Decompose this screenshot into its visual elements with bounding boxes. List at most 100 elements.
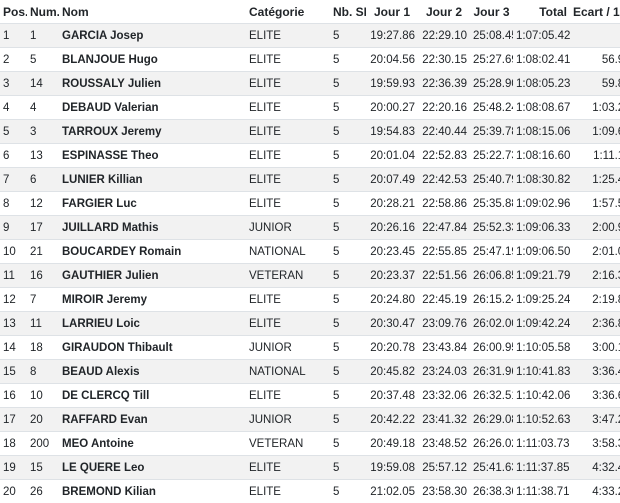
cell-jour3: 26:31.96 [470,360,513,384]
cell-categorie: ELITE [246,48,330,72]
cell-jour3: 26:06.85 [470,264,513,288]
table-row[interactable]: 25BLANJOUE HugoELITE520:04.5622:30.1525:… [0,48,620,72]
cell-categorie: JUNIOR [246,336,330,360]
cell-jour2: 22:20.16 [418,96,470,120]
column-header-ecart[interactable]: Ecart / 1er I [570,0,620,24]
table-row[interactable]: 917JUILLARD MathisJUNIOR520:26.1622:47.8… [0,216,620,240]
cell-nom: RAFFARD Evan [59,408,246,432]
cell-ecart: 3:00.163 [570,336,620,360]
cell-nbsp: 5 [330,72,366,96]
cell-num: 20 [27,408,59,432]
cell-pos: 12 [0,288,27,312]
cell-nbsp: 5 [330,336,366,360]
cell-nom: GAUTHIER Julien [59,264,246,288]
cell-nom: MEO Antoine [59,432,246,456]
column-header-num[interactable]: Num. [27,0,59,24]
table-row[interactable]: 1116GAUTHIER JulienVETERAN520:23.3722:51… [0,264,620,288]
cell-nbsp: 5 [330,168,366,192]
table-row[interactable]: 44DEBAUD ValerianELITE520:00.2722:20.162… [0,96,620,120]
column-header-jour3[interactable]: Jour 3 [470,0,513,24]
column-header-jour2[interactable]: Jour 2 [418,0,470,24]
cell-jour2: 23:58.30 [418,480,470,503]
cell-nbsp: 5 [330,288,366,312]
cell-ecart: 3:36.410 [570,360,620,384]
cell-pos: 14 [0,336,27,360]
cell-jour1: 20:07.49 [366,168,418,192]
column-header-pos[interactable]: Pos. [0,0,27,24]
table-row[interactable]: 1418GIRAUDON ThibaultJUNIOR520:20.7823:4… [0,336,620,360]
cell-total: 1:11:37.85 [513,456,570,480]
cell-ecart: 1:25.400 [570,168,620,192]
cell-categorie: ELITE [246,384,330,408]
cell-nom: BEAUD Alexis [59,360,246,384]
column-header-jour1[interactable]: Jour 1 [366,0,418,24]
cell-num: 200 [27,432,59,456]
cell-pos: 17 [0,408,27,432]
table-row[interactable]: 76LUNIER KillianELITE520:07.4922:42.5325… [0,168,620,192]
cell-jour1: 19:59.08 [366,456,418,480]
cell-nom: GARCIA Josep [59,24,246,48]
table-row[interactable]: 127MIROIR JeremyELITE520:24.8022:45.1926… [0,288,620,312]
cell-nbsp: 5 [330,216,366,240]
table-row[interactable]: 53TARROUX JeremyELITE519:54.8322:40.4425… [0,120,620,144]
table-row[interactable]: 1610DE CLERCQ TillELITE520:37.4823:32.06… [0,384,620,408]
cell-pos: 11 [0,264,27,288]
cell-num: 7 [27,288,59,312]
column-header-categorie[interactable]: Catégorie [246,0,330,24]
cell-jour3: 25:52.33 [470,216,513,240]
table-row[interactable]: 1021BOUCARDEY RomainNATIONAL520:23.4522:… [0,240,620,264]
cell-total: 1:09:42.24 [513,312,570,336]
table-row[interactable]: 1720RAFFARD EvanJUNIOR520:42.2223:41.322… [0,408,620,432]
cell-nom: LE QUERE Leo [59,456,246,480]
cell-num: 12 [27,192,59,216]
cell-num: 5 [27,48,59,72]
cell-categorie: ELITE [246,288,330,312]
table-row[interactable]: 18200MEO AntoineVETERAN520:49.1823:48.52… [0,432,620,456]
cell-jour3: 25:27.69 [470,48,513,72]
cell-nom: TARROUX Jeremy [59,120,246,144]
table-row[interactable]: 2026BREMOND KilianELITE521:02.0523:58.30… [0,480,620,503]
cell-total: 1:11:03.73 [513,432,570,456]
cell-total: 1:09:02.96 [513,192,570,216]
cell-pos: 15 [0,360,27,384]
table-row[interactable]: 314ROUSSALY JulienELITE519:59.9322:36.39… [0,72,620,96]
table-row[interactable]: 11GARCIA JosepELITE519:27.8622:29.1025:0… [0,24,620,48]
cell-jour3: 26:26.02 [470,432,513,456]
table-row[interactable]: 812FARGIER LucELITE520:28.2122:58.8625:3… [0,192,620,216]
cell-jour3: 26:29.08 [470,408,513,432]
cell-jour1: 20:23.45 [366,240,418,264]
cell-pos: 2 [0,48,27,72]
cell-num: 10 [27,384,59,408]
column-header-nbsp[interactable]: Nb. SP [330,0,366,24]
column-header-total[interactable]: Total [513,0,570,24]
cell-categorie: ELITE [246,192,330,216]
cell-ecart: 2:00.915 [570,216,620,240]
cell-jour3: 25:47.19 [470,240,513,264]
cell-ecart: 2:36.822 [570,312,620,336]
table-row[interactable]: 1915LE QUERE LeoELITE519:59.0825:57.1225… [0,456,620,480]
table-row[interactable]: 158BEAUD AlexisNATIONAL520:45.8223:24.03… [0,360,620,384]
cell-ecart: 4:33.296 [570,480,620,503]
cell-jour1: 21:02.05 [366,480,418,503]
cell-categorie: JUNIOR [246,408,330,432]
cell-nbsp: 5 [330,312,366,336]
cell-jour3: 25:08.45 [470,24,513,48]
cell-total: 1:10:52.63 [513,408,570,432]
column-header-nom[interactable]: Nom [59,0,246,24]
cell-total: 1:07:05.42 [513,24,570,48]
table-row[interactable]: 1311LARRIEU LoicELITE520:30.4723:09.7626… [0,312,620,336]
cell-total: 1:09:21.79 [513,264,570,288]
cell-categorie: ELITE [246,168,330,192]
cell-jour1: 20:37.48 [366,384,418,408]
cell-pos: 3 [0,72,27,96]
cell-total: 1:10:05.58 [513,336,570,360]
cell-categorie: ELITE [246,72,330,96]
cell-ecart: 2:16.374 [570,264,620,288]
cell-pos: 8 [0,192,27,216]
cell-total: 1:09:25.24 [513,288,570,312]
cell-pos: 13 [0,312,27,336]
cell-nbsp: 5 [330,48,366,72]
cell-categorie: VETERAN [246,264,330,288]
cell-jour2: 22:30.15 [418,48,470,72]
table-row[interactable]: 613ESPINASSE TheoELITE520:01.0422:52.832… [0,144,620,168]
